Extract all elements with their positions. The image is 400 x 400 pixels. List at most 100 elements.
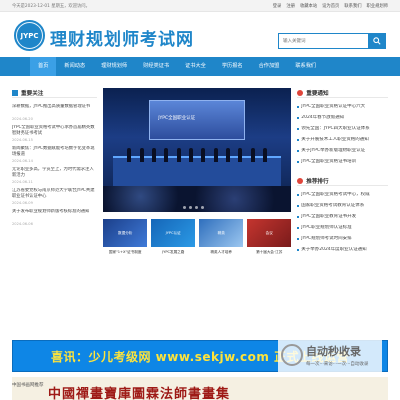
thumbnail-label: 精英 [217,230,225,235]
section-title: 推荐排行 [297,176,388,186]
watermark-subtitle: 每一次···来访···一次···自动收录 [306,362,369,367]
list-item[interactable]: 关于举办2024年度职业认证通知 [297,247,388,258]
thumbnail-card[interactable]: 精英 精英人才培养 [199,219,244,255]
thumbnail-label: JYPC认证 [165,230,181,235]
nav-contact[interactable]: 联系我们 [287,57,324,76]
list-item[interactable]: 江苏省委党校与南京师范大学联合JYPC共建职业证书认证中心 2024-06-09 [12,188,97,205]
main-nav: 首页 新闻动态 理财规划师 财经类证书 证书大全 学历报名 合作加盟 联系我们 [0,57,400,76]
watermark: 自动秒收录 每一次···来访···一次···自动收录 [278,337,382,373]
logo-text: JYPC [17,23,42,48]
list-item[interactable]: 国家职业资格考试教育认证体系 [297,203,388,214]
news-date: 2024-06-06 [12,222,33,226]
thumbnail-label: 数据分析 [118,230,133,235]
stage-screen: JYPC全国职业认证 [149,100,246,140]
rank-icon [297,177,304,184]
list-item[interactable]: 深耕数据，JYPC推出高质量数据管理证书 2024-06-20 [12,104,97,121]
list-item[interactable]: JYPC全国职业教育证书开发 [297,214,388,225]
right-column: 重要通知 JYPC全国职业资格认证中心六大 2024年春节放假通知 领先全国：J… [297,88,388,340]
list-item[interactable]: 新闻聚焦：JYPC数据赋能考培数字化变革现场报道 2024-06-14 [12,146,97,163]
news-list: 深耕数据，JYPC推出高质量数据管理证书 2024-06-20 JYPC全国职业资… [12,104,97,226]
list-item[interactable]: 关于JYPC举办新版理财职业认证 [297,148,388,159]
nav-news[interactable]: 新闻动态 [56,57,93,76]
watermark-title: 自动秒收录 [306,345,361,358]
list-item[interactable]: JYPC全国职业资格考试中心承办首届精英数智财务证书考试 2024-06-15 [12,125,97,142]
list-item[interactable]: 无论职业多高，学员至上，为时代需求注入新活力 2024-06-11 [12,167,97,184]
list-item[interactable]: 关于发布职业规划师新版考核标准的通知 2024-06-06 [12,209,97,226]
notice-block: 重要通知 JYPC全国职业资格认证中心六大 2024年春节放假通知 领先全国：J… [297,88,388,170]
set-home-link[interactable]: 设为首页 [322,3,339,9]
watermark-logo-icon [281,344,303,366]
top-bar: 今天是2023-12-01 星期五，欢迎访问。 登录 注册 收藏本站 设为首页 … [0,0,400,12]
thumbnail-image[interactable]: 数据分析 [103,219,148,247]
list-item[interactable]: 2024年春节放假通知 [297,115,388,126]
nav-cert-list[interactable]: 证书大全 [177,57,214,76]
nav-enroll[interactable]: 学历报名 [214,57,251,76]
contact-link[interactable]: 联系我们 [344,3,361,9]
planner-link[interactable]: 职业规划师 [367,3,388,9]
register-link[interactable]: 注册 [286,3,295,9]
rank-block: 推荐排行 JYPC全国职业资格考试中心，权威 国家职业资格考试教育认证体系 JY… [297,176,388,258]
thumbnail-card[interactable]: 会议 第十届大会·江苏 [247,219,292,255]
thumbnail-caption[interactable]: 国家"1+X"证书制度 [103,250,147,255]
date-greeting: 今天是2023-12-01 星期五，欢迎访问。 [12,4,90,9]
left-column: 重要关注 深耕数据，JYPC推出高质量数据管理证书 2024-06-20 JYPC… [12,88,98,340]
notice-icon [297,89,304,96]
news-title[interactable]: JYPC全国职业资格考试中心承办首届精英数智财务证书考试 [12,125,97,137]
screen-text: JYPC全国职业认证 [158,116,196,121]
list-item[interactable]: 关于开展技术工人职业资格的通知 [297,137,388,148]
center-column: JYPC全国职业认证 数据分析 国家"1+X"证书制度 JYPC认证 JYPC发… [103,88,292,340]
stage-people [127,148,268,162]
thumbnail-image[interactable]: JYPC认证 [151,219,196,247]
news-date: 2024-06-15 [12,138,33,142]
news-title[interactable]: 无论职业多高，学员至上，为时代需求注入新活力 [12,167,97,179]
banner-slider[interactable]: JYPC全国职业认证 [103,88,292,212]
left-title: 重要关注 [21,90,44,97]
thumbnail-caption[interactable]: 精英人才培养 [199,250,243,255]
nav-finance-cert[interactable]: 财经类证书 [135,57,177,76]
search-box [278,33,386,49]
section-title: 重要通知 [297,88,388,98]
news-title[interactable]: 深耕数据，JYPC推出高质量数据管理证书 [12,104,97,116]
list-item[interactable]: JYPC全国职业资格考试中心，权威 [297,192,388,203]
news-icon [12,89,18,96]
news-date: 2024-06-14 [12,159,33,163]
nav-planner[interactable]: 理财规划师 [93,57,135,76]
calligraphy-text: 中國禪畫寶庫圖霖法師書畫集 [48,387,231,400]
slider-dots[interactable] [183,206,205,209]
thumbnail-caption[interactable]: 第十届大会·江苏 [247,250,291,255]
news-title[interactable]: 关于发布职业规划师新版考核标准的通知 [12,209,97,221]
search-button[interactable] [368,34,385,48]
thumbnail-image[interactable]: 精英 [199,219,244,247]
thumbnail-card[interactable]: 数据分析 国家"1+X"证书制度 [103,219,148,255]
favorite-link[interactable]: 收藏本站 [300,3,317,9]
list-item[interactable]: JYPC全国职业资格认证中心六大 [297,104,388,115]
top-links: 登录 注册 收藏本站 设为首页 联系我们 职业规划师 [273,3,388,9]
search-input[interactable] [279,34,368,48]
news-title[interactable]: 江苏省委党校与南京师范大学联合JYPC共建职业证书认证中心 [12,188,97,200]
list-item[interactable]: JYPC规划师考试时间安排 [297,236,388,247]
thumbnail-row: 数据分析 国家"1+X"证书制度 JYPC认证 JYPC发展之路 精英 精英人才… [103,219,292,255]
bottom-link[interactable]: 中国书画网推荐 [12,382,44,388]
list-item[interactable]: JYPC职业规划师认证标准 [297,225,388,236]
section-title: 重要关注 [12,88,98,98]
header: JYPC 理财规划师考试网 [0,12,400,57]
list-item[interactable]: 领先全国：JYPC四大职业认证体系 [297,126,388,137]
nav-partner[interactable]: 合作加盟 [251,57,288,76]
news-date: 2024-06-20 [12,117,33,121]
main-content: 重要关注 深耕数据，JYPC推出高质量数据管理证书 2024-06-20 JYPC… [0,88,400,340]
list-item[interactable]: JYPC全国职业资格证书培训 [297,159,388,170]
news-date: 2024-06-09 [12,201,33,205]
news-title[interactable]: 新闻聚焦：JYPC数据赋能考培数字化变革现场报道 [12,146,97,158]
thumbnail-image[interactable]: 会议 [247,219,292,247]
thumbnail-card[interactable]: JYPC认证 JYPC发展之路 [151,219,196,255]
search-icon [372,37,381,45]
rank-title: 推荐排行 [306,178,329,185]
notice-title: 重要通知 [306,90,329,97]
calligraphy-banner[interactable]: 中國禪畫寶庫圖霖法師書畫集 [12,377,388,400]
nav-home[interactable]: 首页 [30,57,57,76]
site-logo[interactable]: JYPC [14,20,45,51]
thumbnail-label: 会议 [265,230,273,235]
login-link[interactable]: 登录 [273,3,282,9]
site-title: 理财规划师考试网 [50,30,194,50]
thumbnail-caption[interactable]: JYPC发展之路 [151,250,195,255]
